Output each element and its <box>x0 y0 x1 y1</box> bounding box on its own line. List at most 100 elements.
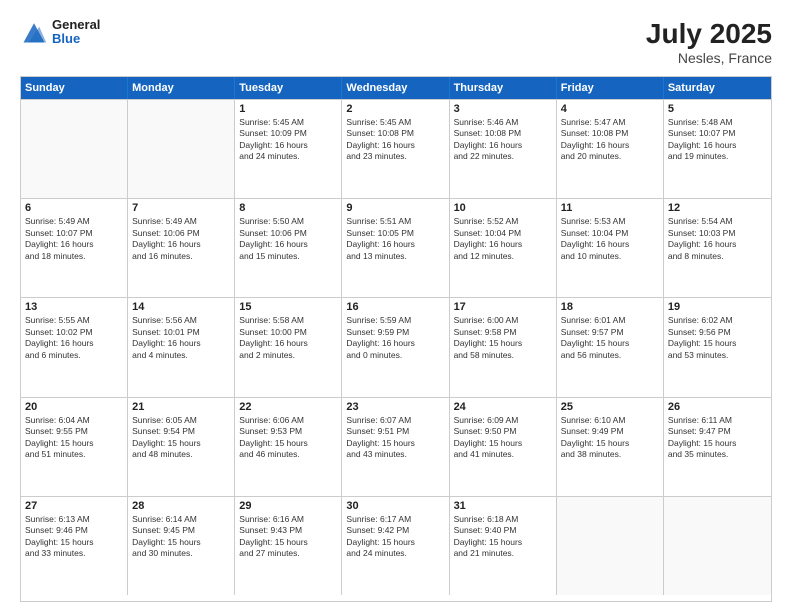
day-number: 11 <box>561 202 659 214</box>
day-details: Sunrise: 5:56 AM Sunset: 10:01 PM Daylig… <box>132 315 230 361</box>
day-number: 24 <box>454 401 552 413</box>
day-details: Sunrise: 6:06 AM Sunset: 9:53 PM Dayligh… <box>239 415 337 461</box>
calendar: SundayMondayTuesdayWednesdayThursdayFrid… <box>20 76 772 602</box>
day-number: 8 <box>239 202 337 214</box>
day-details: Sunrise: 6:09 AM Sunset: 9:50 PM Dayligh… <box>454 415 552 461</box>
day-details: Sunrise: 5:50 AM Sunset: 10:06 PM Daylig… <box>239 216 337 262</box>
calendar-cell: 22 Sunrise: 6:06 AM Sunset: 9:53 PM Dayli… <box>235 398 342 496</box>
calendar-cell: 5 Sunrise: 5:48 AM Sunset: 10:07 PM Dayli… <box>664 100 771 198</box>
calendar-cell: 1 Sunrise: 5:45 AM Sunset: 10:09 PM Dayli… <box>235 100 342 198</box>
calendar-header: SundayMondayTuesdayWednesdayThursdayFrid… <box>21 77 771 99</box>
day-details: Sunrise: 6:07 AM Sunset: 9:51 PM Dayligh… <box>346 415 444 461</box>
logo-general: General <box>52 18 100 32</box>
day-details: Sunrise: 5:59 AM Sunset: 9:59 PM Dayligh… <box>346 315 444 361</box>
day-details: Sunrise: 5:51 AM Sunset: 10:05 PM Daylig… <box>346 216 444 262</box>
day-number: 22 <box>239 401 337 413</box>
day-number: 25 <box>561 401 659 413</box>
weekday-header-friday: Friday <box>557 77 664 99</box>
calendar-cell: 24 Sunrise: 6:09 AM Sunset: 9:50 PM Dayli… <box>450 398 557 496</box>
day-details: Sunrise: 5:47 AM Sunset: 10:08 PM Daylig… <box>561 117 659 163</box>
day-details: Sunrise: 5:58 AM Sunset: 10:00 PM Daylig… <box>239 315 337 361</box>
calendar-cell: 4Sunrise: 5:47 AM Sunset: 10:08 PM Dayli… <box>557 100 664 198</box>
day-details: Sunrise: 5:55 AM Sunset: 10:02 PM Daylig… <box>25 315 123 361</box>
weekday-header-saturday: Saturday <box>664 77 771 99</box>
day-number: 21 <box>132 401 230 413</box>
day-number: 27 <box>25 500 123 512</box>
weekday-header-thursday: Thursday <box>450 77 557 99</box>
day-details: Sunrise: 6:10 AM Sunset: 9:49 PM Dayligh… <box>561 415 659 461</box>
day-number: 26 <box>668 401 767 413</box>
calendar-cell: 13 Sunrise: 5:55 AM Sunset: 10:02 PM Dayl… <box>21 298 128 396</box>
day-number: 5 <box>668 103 767 115</box>
calendar-body: 1 Sunrise: 5:45 AM Sunset: 10:09 PM Dayli… <box>21 99 771 595</box>
calendar-cell: 6Sunrise: 5:49 AM Sunset: 10:07 PM Dayli… <box>21 199 128 297</box>
day-number: 6 <box>25 202 123 214</box>
day-details: Sunrise: 5:45 AM Sunset: 10:09 PM Daylig… <box>239 117 337 163</box>
logo-blue: Blue <box>52 32 100 46</box>
day-details: Sunrise: 5:45 AM Sunset: 10:08 PM Daylig… <box>346 117 444 163</box>
day-number: 13 <box>25 301 123 313</box>
logo-icon <box>20 18 48 46</box>
day-details: Sunrise: 6:05 AM Sunset: 9:54 PM Dayligh… <box>132 415 230 461</box>
calendar-cell <box>21 100 128 198</box>
day-number: 10 <box>454 202 552 214</box>
day-number: 2 <box>346 103 444 115</box>
day-details: Sunrise: 6:18 AM Sunset: 9:40 PM Dayligh… <box>454 514 552 560</box>
day-details: Sunrise: 5:46 AM Sunset: 10:08 PM Daylig… <box>454 117 552 163</box>
calendar-cell: 8 Sunrise: 5:50 AM Sunset: 10:06 PM Dayli… <box>235 199 342 297</box>
calendar-cell <box>128 100 235 198</box>
calendar-row-2: 13 Sunrise: 5:55 AM Sunset: 10:02 PM Dayl… <box>21 297 771 396</box>
weekday-header-monday: Monday <box>128 77 235 99</box>
day-number: 18 <box>561 301 659 313</box>
calendar-cell <box>664 497 771 595</box>
day-number: 19 <box>668 301 767 313</box>
day-number: 1 <box>239 103 337 115</box>
day-number: 23 <box>346 401 444 413</box>
day-details: Sunrise: 6:04 AM Sunset: 9:55 PM Dayligh… <box>25 415 123 461</box>
calendar-cell: 16 Sunrise: 5:59 AM Sunset: 9:59 PM Dayli… <box>342 298 449 396</box>
calendar-cell <box>557 497 664 595</box>
calendar-cell: 15 Sunrise: 5:58 AM Sunset: 10:00 PM Dayl… <box>235 298 342 396</box>
calendar-cell: 19Sunrise: 6:02 AM Sunset: 9:56 PM Dayli… <box>664 298 771 396</box>
day-number: 28 <box>132 500 230 512</box>
day-details: Sunrise: 5:54 AM Sunset: 10:03 PM Daylig… <box>668 216 767 262</box>
weekday-header-tuesday: Tuesday <box>235 77 342 99</box>
day-details: Sunrise: 6:00 AM Sunset: 9:58 PM Dayligh… <box>454 315 552 361</box>
day-number: 7 <box>132 202 230 214</box>
calendar-cell: 12Sunrise: 5:54 AM Sunset: 10:03 PM Dayl… <box>664 199 771 297</box>
calendar-cell: 28 Sunrise: 6:14 AM Sunset: 9:45 PM Dayli… <box>128 497 235 595</box>
day-number: 31 <box>454 500 552 512</box>
day-number: 30 <box>346 500 444 512</box>
calendar-cell: 23 Sunrise: 6:07 AM Sunset: 9:51 PM Dayli… <box>342 398 449 496</box>
calendar-cell: 2 Sunrise: 5:45 AM Sunset: 10:08 PM Dayli… <box>342 100 449 198</box>
calendar-cell: 26 Sunrise: 6:11 AM Sunset: 9:47 PM Dayli… <box>664 398 771 496</box>
calendar-cell: 20Sunrise: 6:04 AM Sunset: 9:55 PM Dayli… <box>21 398 128 496</box>
calendar-cell: 18Sunrise: 6:01 AM Sunset: 9:57 PM Dayli… <box>557 298 664 396</box>
calendar-cell: 3 Sunrise: 5:46 AM Sunset: 10:08 PM Dayli… <box>450 100 557 198</box>
day-details: Sunrise: 6:14 AM Sunset: 9:45 PM Dayligh… <box>132 514 230 560</box>
calendar-cell: 31 Sunrise: 6:18 AM Sunset: 9:40 PM Dayli… <box>450 497 557 595</box>
calendar-cell: 30Sunrise: 6:17 AM Sunset: 9:42 PM Dayli… <box>342 497 449 595</box>
day-number: 15 <box>239 301 337 313</box>
calendar-cell: 29Sunrise: 6:16 AM Sunset: 9:43 PM Dayli… <box>235 497 342 595</box>
day-number: 3 <box>454 103 552 115</box>
calendar-row-3: 20Sunrise: 6:04 AM Sunset: 9:55 PM Dayli… <box>21 397 771 496</box>
weekday-header-sunday: Sunday <box>21 77 128 99</box>
day-details: Sunrise: 5:52 AM Sunset: 10:04 PM Daylig… <box>454 216 552 262</box>
day-details: Sunrise: 5:49 AM Sunset: 10:06 PM Daylig… <box>132 216 230 262</box>
day-details: Sunrise: 6:11 AM Sunset: 9:47 PM Dayligh… <box>668 415 767 461</box>
calendar-row-0: 1 Sunrise: 5:45 AM Sunset: 10:09 PM Dayli… <box>21 99 771 198</box>
title-month: July 2025 <box>646 18 772 50</box>
calendar-cell: 25 Sunrise: 6:10 AM Sunset: 9:49 PM Dayli… <box>557 398 664 496</box>
weekday-header-wednesday: Wednesday <box>342 77 449 99</box>
day-details: Sunrise: 5:48 AM Sunset: 10:07 PM Daylig… <box>668 117 767 163</box>
title-location: Nesles, France <box>646 50 772 66</box>
header: General Blue July 2025 Nesles, France <box>20 18 772 66</box>
calendar-row-4: 27 Sunrise: 6:13 AM Sunset: 9:46 PM Dayli… <box>21 496 771 595</box>
logo: General Blue <box>20 18 100 47</box>
day-details: Sunrise: 6:16 AM Sunset: 9:43 PM Dayligh… <box>239 514 337 560</box>
day-number: 16 <box>346 301 444 313</box>
calendar-cell: 14Sunrise: 5:56 AM Sunset: 10:01 PM Dayl… <box>128 298 235 396</box>
day-details: Sunrise: 6:13 AM Sunset: 9:46 PM Dayligh… <box>25 514 123 560</box>
calendar-cell: 11Sunrise: 5:53 AM Sunset: 10:04 PM Dayl… <box>557 199 664 297</box>
